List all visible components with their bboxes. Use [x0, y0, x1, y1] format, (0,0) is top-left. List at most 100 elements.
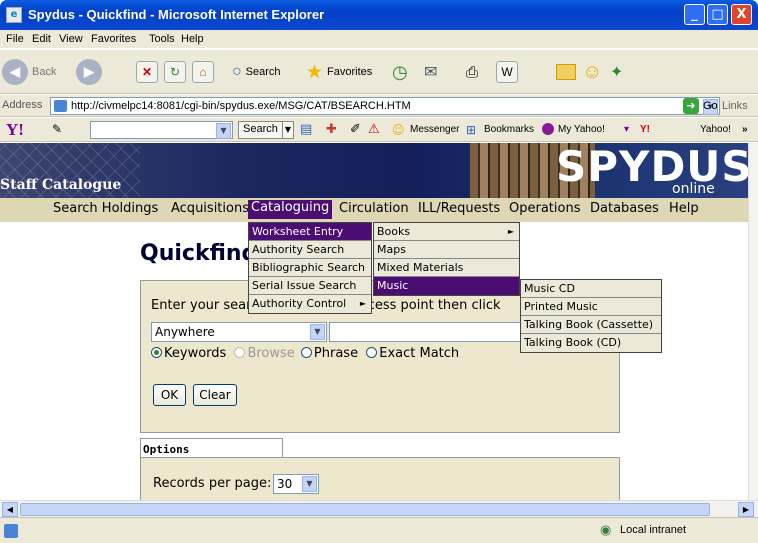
- radio-icon: [300, 347, 312, 358]
- yahoo-search-dropdown-icon[interactable]: ▼: [282, 121, 294, 139]
- menu-item-worksheet-entry[interactable]: Worksheet Entry: [249, 223, 371, 241]
- back-button[interactable]: ◀ Back: [2, 58, 56, 86]
- my-yahoo-link[interactable]: My Yahoo!: [558, 124, 605, 135]
- yahoo-search-dropdown-icon[interactable]: ▼: [216, 123, 231, 139]
- history-button[interactable]: ◷: [392, 58, 408, 86]
- home-icon: ⌂: [192, 61, 214, 83]
- options-panel: Records per page: 30 ▼: [140, 457, 620, 500]
- options-heading: Options: [140, 438, 283, 457]
- records-per-page-label: Records per page:: [153, 476, 272, 491]
- radio-keywords[interactable]: Keywords: [151, 346, 226, 361]
- search-mode-group: Keywords Browse Phrase Exact Match: [151, 346, 459, 361]
- menu-view[interactable]: View: [59, 33, 83, 45]
- menu-tools[interactable]: Tools: [149, 33, 175, 45]
- print-button[interactable]: ⎙: [466, 58, 478, 86]
- people-button[interactable]: ✦: [610, 58, 623, 86]
- folder-icon: [556, 64, 576, 80]
- records-per-page-select[interactable]: 30 ▼: [273, 474, 319, 494]
- close-button[interactable]: X: [731, 4, 752, 25]
- yahoo-messenger-link[interactable]: Messenger: [410, 124, 459, 135]
- yahoo-dropdown-icon[interactable]: ▾: [624, 124, 629, 135]
- go-arrow-icon[interactable]: ➜: [683, 98, 699, 114]
- menu-item-authority-search[interactable]: Authority Search: [249, 241, 371, 259]
- home-button[interactable]: ⌂: [192, 58, 214, 86]
- radio-exact-match[interactable]: Exact Match: [366, 346, 459, 361]
- menu-help[interactable]: Help: [181, 33, 204, 45]
- minimize-button[interactable]: _: [684, 4, 705, 25]
- submenu-arrow-icon: ►: [359, 299, 366, 308]
- nav-databases[interactable]: Databases: [590, 201, 659, 216]
- vertical-scrollbar[interactable]: [748, 143, 758, 500]
- menu-item-music-cd[interactable]: Music CD: [521, 280, 661, 298]
- menu-item-talking-book-cd[interactable]: Talking Book (CD): [521, 334, 661, 352]
- nav-circulation[interactable]: Circulation: [339, 201, 409, 216]
- nav-operations[interactable]: Operations: [509, 201, 580, 216]
- nav-ill-requests[interactable]: ILL/Requests: [418, 201, 500, 216]
- nav-search-holdings[interactable]: Search Holdings: [53, 201, 158, 216]
- music-submenu: Music CD Printed Music Talking Book (Cas…: [520, 279, 662, 353]
- menu-edit[interactable]: Edit: [32, 33, 51, 45]
- scroll-thumb[interactable]: [20, 503, 710, 516]
- access-point-select[interactable]: Anywhere ▼: [151, 322, 327, 342]
- scroll-left-icon[interactable]: ◀: [2, 502, 18, 517]
- menu-item-mixed-materials[interactable]: Mixed Materials: [374, 259, 519, 277]
- alert-icon[interactable]: ⚠: [368, 122, 380, 137]
- messenger-smiley-icon: ☺: [392, 123, 405, 137]
- ok-button[interactable]: OK: [153, 384, 186, 406]
- search-term-input[interactable]: [329, 322, 529, 342]
- links-label[interactable]: Links: [722, 100, 748, 112]
- refresh-button[interactable]: ↻: [164, 58, 186, 86]
- yahoo-search-button[interactable]: Search: [238, 121, 283, 139]
- star-icon: ★: [306, 61, 324, 83]
- toolbar: ◀ Back ▶ ✕ ↻ ⌂ ○ Search ★ Favorites ◷ ✉ …: [0, 50, 758, 94]
- yahoo-bookmarks-link[interactable]: Bookmarks: [484, 124, 534, 135]
- compass-icon[interactable]: ✚: [326, 122, 337, 137]
- horizontal-scrollbar[interactable]: ◀ ▶: [0, 500, 758, 517]
- favorites-button[interactable]: ★ Favorites: [306, 58, 372, 86]
- menu-item-printed-music[interactable]: Printed Music: [521, 298, 661, 316]
- go-button[interactable]: Go: [703, 100, 718, 112]
- main-nav: Search Holdings Acquisitions Cataloguing…: [0, 198, 748, 222]
- worksheet-submenu: Books ► Maps Mixed Materials Music: [373, 222, 520, 296]
- menu-item-authority-control[interactable]: Authority Control ►: [249, 295, 371, 313]
- title-bar: e Spydus - Quickfind - Microsoft Interne…: [0, 0, 758, 30]
- radio-browse[interactable]: Browse: [234, 346, 295, 361]
- menu-item-music[interactable]: Music: [374, 277, 519, 295]
- scroll-right-icon[interactable]: ▶: [738, 502, 754, 517]
- menu-item-bibliographic-search[interactable]: Bibliographic Search: [249, 259, 371, 277]
- menu-item-books[interactable]: Books ►: [374, 223, 519, 241]
- search-icon: ○: [232, 63, 242, 80]
- nav-acquisitions[interactable]: Acquisitions: [171, 201, 249, 216]
- toolbar-overflow-icon[interactable]: »: [742, 124, 748, 135]
- messenger-button[interactable]: ☺: [582, 58, 602, 86]
- menu-favorites[interactable]: Favorites: [91, 33, 136, 45]
- menu-file[interactable]: File: [6, 33, 24, 45]
- menu-item-talking-book-cassette[interactable]: Talking Book (Cassette): [521, 316, 661, 334]
- folder-button[interactable]: [556, 58, 576, 86]
- word-icon: W: [496, 61, 518, 83]
- staff-catalogue-label: Staff Catalogue: [0, 177, 122, 193]
- yahoo-logo-icon[interactable]: Y!: [6, 120, 24, 140]
- address-input[interactable]: http://civmelpc14:8081/cgi-bin/spydus.ex…: [50, 97, 720, 115]
- maximize-button[interactable]: □: [707, 4, 728, 25]
- menu-bar: File Edit View Favorites Tools Help: [0, 30, 758, 49]
- menu-item-serial-issue-search[interactable]: Serial Issue Search: [249, 277, 371, 295]
- nav-help[interactable]: Help: [669, 201, 699, 216]
- forward-button[interactable]: ▶: [76, 58, 102, 86]
- edit-button[interactable]: W: [496, 58, 518, 86]
- address-bar: Address http://civmelpc14:8081/cgi-bin/s…: [0, 95, 758, 117]
- stop-button[interactable]: ✕: [136, 58, 158, 86]
- yahoo-link[interactable]: Yahoo!: [700, 124, 731, 135]
- ie-icon: e: [6, 7, 22, 23]
- smiley-icon: ☺: [582, 60, 603, 83]
- pencil-icon[interactable]: ✐: [350, 122, 361, 137]
- search-button[interactable]: ○ Search: [232, 58, 281, 86]
- yahoo-search-input[interactable]: ▼: [90, 121, 233, 139]
- nav-cataloguing[interactable]: Cataloguing: [248, 200, 333, 219]
- menu-item-maps[interactable]: Maps: [374, 241, 519, 259]
- clear-button[interactable]: Clear: [193, 384, 237, 406]
- highlight-icon[interactable]: ▤: [300, 122, 312, 137]
- pen-icon[interactable]: ✎: [52, 122, 62, 136]
- mail-button[interactable]: ✉: [424, 58, 437, 86]
- radio-phrase[interactable]: Phrase: [300, 346, 358, 361]
